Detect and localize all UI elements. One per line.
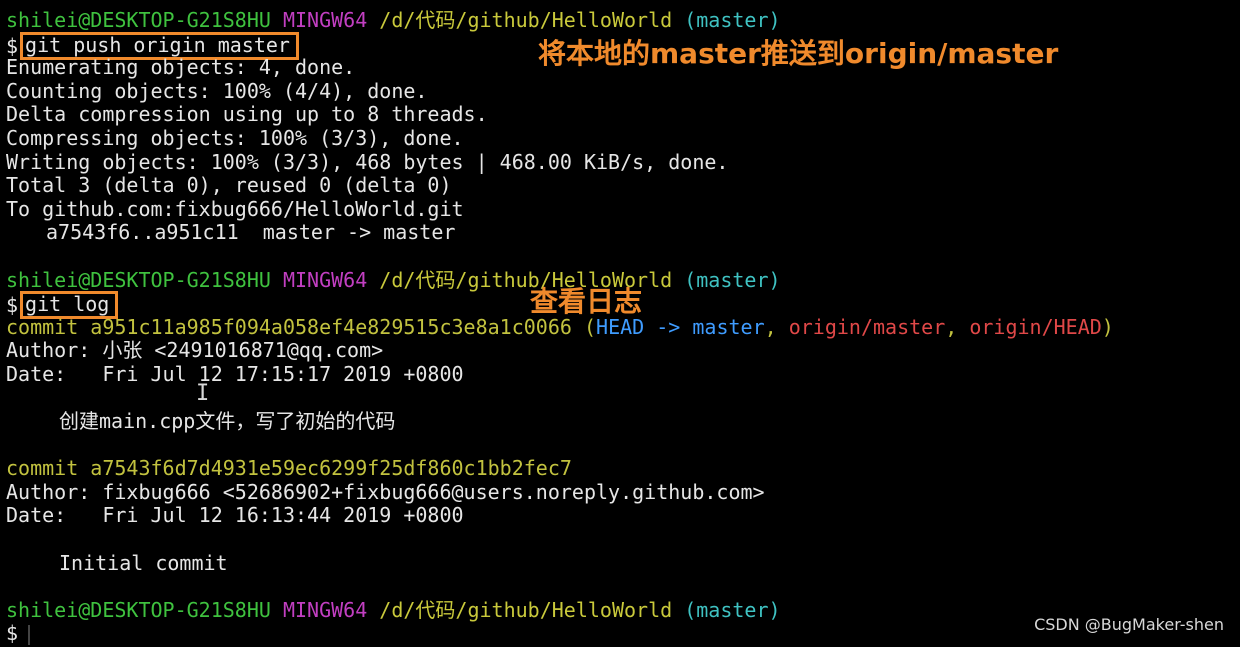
terminal-window[interactable]: shilei@DESKTOP-G21S8HU MINGW64 /d/代码/git… [0, 0, 1240, 647]
prompt-path: /d/代码/github/HelloWorld [379, 8, 673, 32]
prompt-shell: MINGW64 [282, 8, 368, 32]
prompt-shell: MINGW64 [282, 597, 368, 622]
commit-author: Author: fixbug666 <52686902+fixbug666@us… [6, 479, 765, 504]
output-line: Compressing objects: 100% (3/3), done. [6, 125, 464, 150]
prompt-branch: (master) [684, 8, 781, 32]
command-text: git log [25, 292, 110, 317]
prompt-line: shilei@DESKTOP-G21S8HU MINGW64 /d/代码/git… [6, 8, 1240, 33]
prompt-user-host: shilei@DESKTOP-G21S8HU [6, 597, 271, 622]
commit-date: Date: Fri Jul 12 17:15:17 2019 +0800 [6, 361, 464, 386]
ref-head: HEAD -> master [596, 314, 765, 339]
output-line: Total 3 (delta 0), reused 0 (delta 0) [6, 173, 452, 198]
commit-message: Initial commit [59, 550, 228, 575]
output-line: a7543f6..a951c11 master -> master [46, 220, 456, 245]
prompt-symbol: $ [6, 33, 19, 58]
prompt-path: /d/代码/github/HelloWorld [379, 597, 673, 622]
prompt-shell: MINGW64 [282, 267, 368, 292]
output-line: Delta compression using up to 8 threads. [6, 102, 488, 127]
ref-origin-master: origin/master [788, 314, 946, 339]
ref-paren: ( [583, 314, 597, 339]
commit-message: 创建main.cpp文件，写了初始的代码 [59, 409, 396, 434]
ref-origin-head: origin/HEAD [969, 314, 1102, 339]
output-line: To github.com:fixbug666/HelloWorld.git [6, 196, 464, 221]
ref-separator: , [764, 314, 789, 339]
annotation-log: 查看日志 [530, 285, 643, 318]
commit-hash: commit a7543f6d7d4931e59ec6299f25df860c1… [6, 456, 572, 481]
ref-separator: , [945, 314, 970, 339]
commit-date: Date: Fri Jul 12 16:13:44 2019 +0800 [6, 503, 464, 528]
command-text: git push origin master [25, 32, 290, 57]
commit-hash: commit a951c11a985f094a058ef4e829515c3e8… [6, 314, 572, 339]
watermark: CSDN @BugMaker-shen [1034, 615, 1224, 635]
prompt-symbol: $ [6, 293, 19, 318]
prompt-branch: (master) [684, 597, 781, 622]
prompt-symbol: $ [6, 621, 19, 646]
ibeam-cursor-icon: I [196, 381, 210, 406]
prompt-branch: (master) [684, 267, 781, 292]
text-cursor [28, 624, 31, 645]
prompt-user-host: shilei@DESKTOP-G21S8HU [6, 8, 271, 32]
annotation-push: 将本地的master推送到origin/master [538, 37, 1059, 70]
prompt-user-host: shilei@DESKTOP-G21S8HU [6, 267, 271, 292]
output-line: Counting objects: 100% (4/4), done. [6, 78, 428, 103]
commit-author: Author: 小张 <2491016871@qq.com> [6, 338, 384, 363]
commit-line: commit a951c11a985f094a058ef4e829515c3e8… [6, 314, 1240, 340]
output-line: Writing objects: 100% (3/3), 468 bytes |… [6, 149, 729, 174]
ref-paren: ) [1101, 314, 1114, 339]
